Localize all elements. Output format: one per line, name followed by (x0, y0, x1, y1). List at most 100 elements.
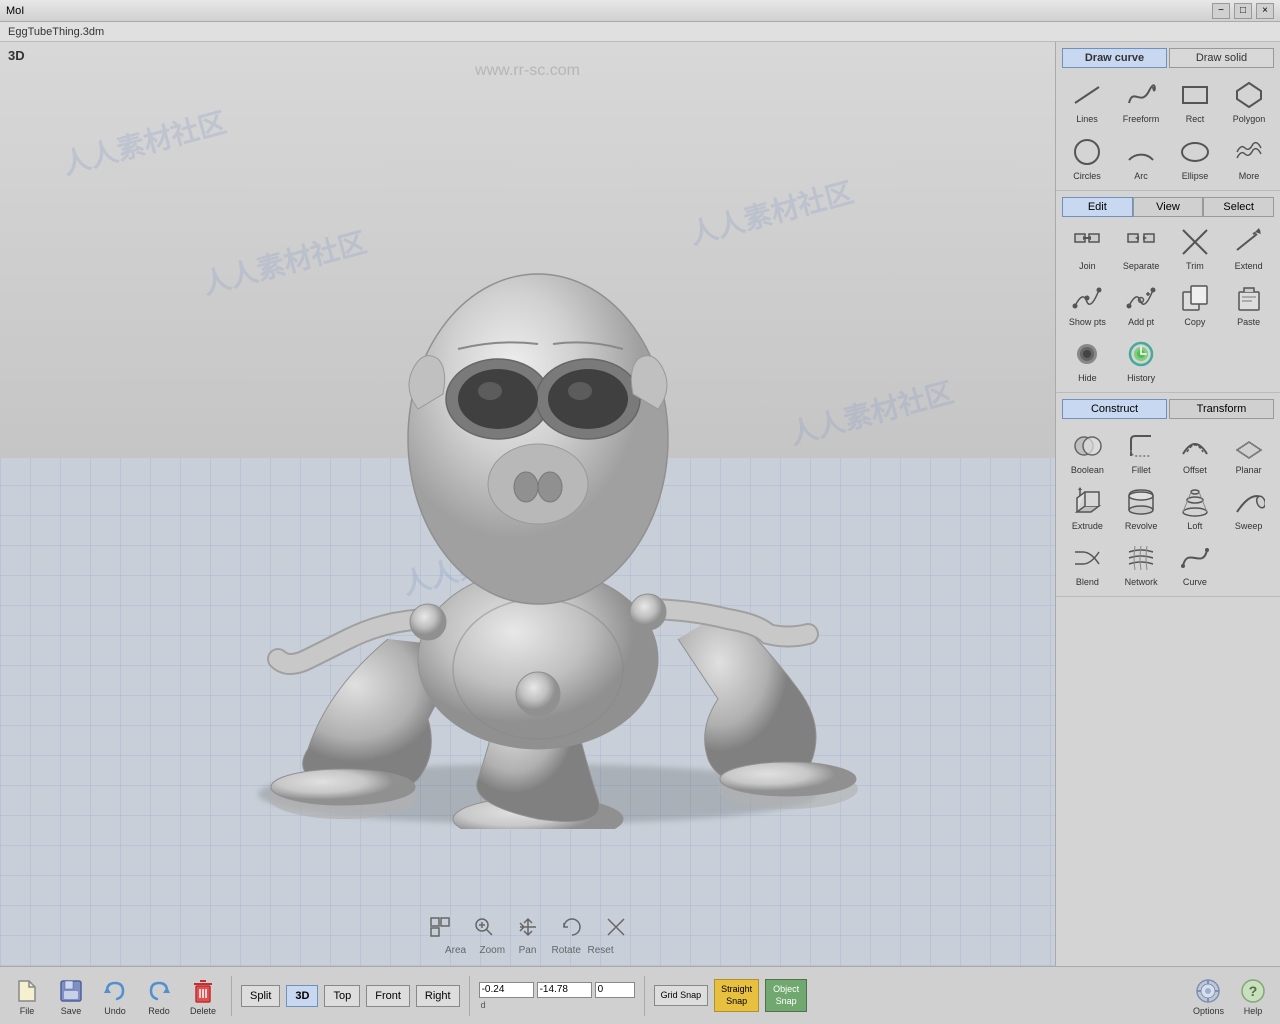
history-tool[interactable]: History (1116, 333, 1167, 386)
draw-tool-grid: Lines Freeform Rect (1062, 74, 1274, 184)
planar-tool[interactable]: Planar (1223, 425, 1274, 478)
file-icon (12, 976, 42, 1006)
split-button[interactable]: Split (241, 985, 280, 1007)
zoom-nav-button[interactable] (468, 911, 500, 943)
edit-tab[interactable]: Edit (1062, 197, 1133, 217)
coord-z-input[interactable] (595, 982, 635, 998)
loft-tool[interactable]: Loft (1170, 481, 1221, 534)
maximize-button[interactable]: □ (1234, 3, 1252, 19)
separate-tool[interactable]: Separate (1116, 221, 1167, 274)
rect-tool[interactable]: Rect (1170, 74, 1220, 127)
lines-tool[interactable]: Lines (1062, 74, 1112, 127)
draw-curve-tab[interactable]: Draw curve (1062, 48, 1167, 68)
sweep-icon (1231, 484, 1267, 520)
draw-solid-tab[interactable]: Draw solid (1169, 48, 1274, 68)
redo-button[interactable]: Redo (140, 974, 178, 1018)
offset-label: Offset (1183, 465, 1207, 475)
view-front-button[interactable]: Front (366, 985, 410, 1007)
options-label: Options (1193, 1006, 1224, 1016)
loft-label: Loft (1187, 521, 1202, 531)
polygon-label: Polygon (1233, 114, 1266, 124)
extend-icon (1231, 224, 1267, 260)
hide-tool[interactable]: Hide (1062, 333, 1113, 386)
paste-icon (1231, 280, 1267, 316)
fillet-tool[interactable]: Fillet (1116, 425, 1167, 478)
history-label: History (1127, 373, 1155, 383)
extend-label: Extend (1235, 261, 1263, 271)
options-button[interactable]: Options (1189, 974, 1228, 1018)
circles-tool[interactable]: Circles (1062, 131, 1112, 184)
boolean-label: Boolean (1071, 465, 1104, 475)
freeform-tool[interactable]: Freeform (1116, 74, 1166, 127)
boolean-tool[interactable]: Boolean (1062, 425, 1113, 478)
file-label: File (20, 1006, 35, 1016)
separate-label: Separate (1123, 261, 1160, 271)
extrude-icon (1069, 484, 1105, 520)
title-bar: MoI − □ × (0, 0, 1280, 22)
construct-tab[interactable]: Construct (1062, 399, 1167, 419)
grid-snap-button[interactable]: Grid Snap (654, 985, 709, 1007)
straight-snap-button[interactable]: StraightSnap (714, 979, 759, 1012)
arc-tool[interactable]: Arc (1116, 131, 1166, 184)
rotate-nav-label: Rotate (552, 945, 576, 956)
coord-y-input[interactable] (537, 982, 592, 998)
help-button[interactable]: ? Help (1234, 974, 1272, 1018)
blend-icon (1069, 540, 1105, 576)
object-snap-label: ObjectSnap (773, 984, 799, 1006)
offset-icon (1177, 428, 1213, 464)
add-pt-tool[interactable]: Add pt (1116, 277, 1167, 330)
curve-tool[interactable]: Curve (1170, 537, 1221, 590)
coord-x-input[interactable] (479, 982, 534, 998)
svg-text:?: ? (1249, 983, 1258, 999)
save-button[interactable]: Save (52, 974, 90, 1018)
join-label: Join (1079, 261, 1096, 271)
more-tool[interactable]: More (1224, 131, 1274, 184)
view-tab[interactable]: View (1133, 197, 1204, 217)
pan-nav-label: Pan (516, 945, 540, 956)
character-area (50, 72, 1025, 886)
revolve-tool[interactable]: Revolve (1116, 481, 1167, 534)
area-nav-button[interactable] (424, 911, 456, 943)
rect-label: Rect (1186, 114, 1205, 124)
offset-tool[interactable]: Offset (1170, 425, 1221, 478)
polygon-tool[interactable]: Polygon (1224, 74, 1274, 127)
hide-label: Hide (1078, 373, 1097, 383)
network-icon (1123, 540, 1159, 576)
circles-icon (1069, 134, 1105, 170)
extrude-tool[interactable]: Extrude (1062, 481, 1113, 534)
file-button[interactable]: File (8, 974, 46, 1018)
object-snap-button[interactable]: ObjectSnap (765, 979, 807, 1012)
close-button[interactable]: × (1256, 3, 1274, 19)
viewport-3d[interactable]: 3D www.rr-sc.com 人人素材社区 人人素材社区 人人素材社区 人人… (0, 42, 1055, 966)
delete-button[interactable]: Delete (184, 974, 222, 1018)
filename-label: EggTubeThing.3dm (8, 26, 104, 38)
ellipse-tool[interactable]: Ellipse (1170, 131, 1220, 184)
join-tool[interactable]: Join (1062, 221, 1113, 274)
select-tab[interactable]: Select (1203, 197, 1274, 217)
extend-tool[interactable]: Extend (1223, 221, 1274, 274)
minimize-button[interactable]: − (1212, 3, 1230, 19)
grid-snap-label: Grid Snap (661, 990, 702, 1000)
blend-tool[interactable]: Blend (1062, 537, 1113, 590)
reset-nav-button[interactable] (600, 911, 632, 943)
help-label: Help (1244, 1006, 1263, 1016)
show-pts-tool[interactable]: Show pts (1062, 277, 1113, 330)
undo-button[interactable]: Undo (96, 974, 134, 1018)
help-icon: ? (1238, 976, 1268, 1006)
trim-tool[interactable]: Trim (1170, 221, 1221, 274)
options-icon (1193, 976, 1223, 1006)
undo-label: Undo (104, 1006, 126, 1016)
view-right-button[interactable]: Right (416, 985, 460, 1007)
network-tool[interactable]: Network (1116, 537, 1167, 590)
paste-tool[interactable]: Paste (1223, 277, 1274, 330)
rotate-nav-button[interactable] (556, 911, 588, 943)
fillet-icon (1123, 428, 1159, 464)
view-top-button[interactable]: Top (324, 985, 360, 1007)
copy-tool[interactable]: Copy (1170, 277, 1221, 330)
view-3d-button[interactable]: 3D (286, 985, 318, 1007)
pan-nav-button[interactable] (512, 911, 544, 943)
transform-tab[interactable]: Transform (1169, 399, 1274, 419)
delete-icon (188, 976, 218, 1006)
freeform-label: Freeform (1123, 114, 1160, 124)
sweep-tool[interactable]: Sweep (1223, 481, 1274, 534)
